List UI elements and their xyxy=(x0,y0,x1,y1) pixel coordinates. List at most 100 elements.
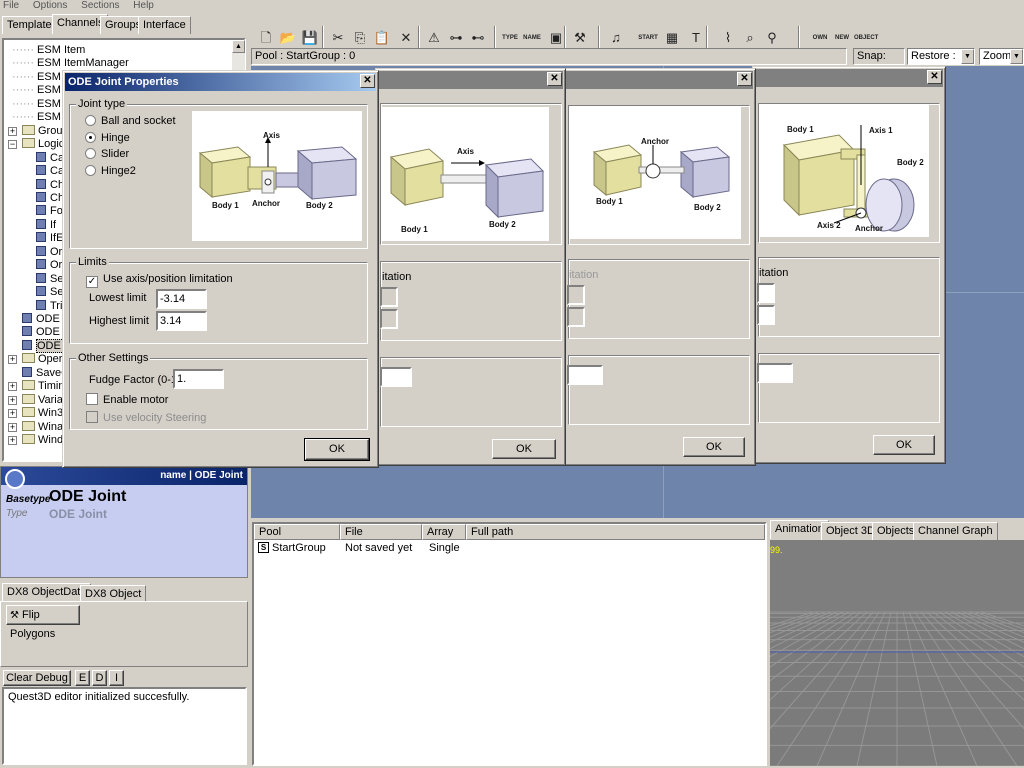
type-icon[interactable]: TYPE xyxy=(500,28,520,48)
menu-help[interactable]: Help xyxy=(133,0,154,11)
tree-item[interactable]: Ch xyxy=(4,191,64,205)
binoculars-icon[interactable]: ⌕ xyxy=(740,28,760,48)
tree-item[interactable]: + Win32 xyxy=(4,407,69,420)
name-icon[interactable]: NAME xyxy=(522,28,542,48)
tree-item[interactable]: IfE xyxy=(4,232,63,245)
ode-joint-properties-dialog[interactable]: ODE Joint Properties ✕ Joint type Ball a… xyxy=(62,70,379,468)
hinge2-ok-button[interactable]: OK xyxy=(873,435,935,455)
radio-slider[interactable]: Slider xyxy=(85,148,129,161)
fudge-factor-field[interactable]: 1. xyxy=(173,369,224,389)
find-icon[interactable]: ⚲ xyxy=(762,28,782,48)
tree-item[interactable]: ODE B xyxy=(4,326,70,339)
chevron-down-icon[interactable]: ▼ xyxy=(961,49,974,64)
tree-item[interactable]: + Timing xyxy=(4,380,71,393)
expand-icon[interactable]: + xyxy=(8,382,17,392)
graph-icon[interactable]: ⌇ xyxy=(718,28,738,48)
radio-hinge[interactable]: Hinge xyxy=(85,132,130,145)
enable-motor-checkbox[interactable]: Enable motor xyxy=(86,393,168,406)
picture-icon[interactable]: ▦ xyxy=(662,28,682,48)
tab-interface[interactable]: Interface xyxy=(138,16,191,34)
tree-item[interactable]: ODE J xyxy=(4,338,71,353)
open-icon[interactable]: 📂 xyxy=(278,28,298,48)
menu-sections[interactable]: Sections xyxy=(81,0,119,11)
tab-dx8-objectdata[interactable]: DX8 ObjectData xyxy=(2,583,92,602)
ball-dialog[interactable]: ✕ Anchor Body 1 Body 2 itation OK xyxy=(562,68,756,466)
table-row[interactable]: S StartGroup Not saved yet Single xyxy=(256,541,756,555)
tree-item[interactable]: Se xyxy=(4,272,63,286)
copy-icon[interactable]: ⎘ xyxy=(350,28,370,48)
text-icon[interactable]: T xyxy=(686,28,706,48)
col-pool[interactable]: Pool xyxy=(254,524,340,540)
expand-icon[interactable]: + xyxy=(8,436,17,446)
menu-file[interactable]: File xyxy=(3,0,19,11)
close-icon[interactable]: ✕ xyxy=(737,72,752,86)
ball-ok-button[interactable]: OK xyxy=(683,437,745,457)
col-full-path[interactable]: Full path xyxy=(466,524,765,540)
ball-fudge-field[interactable] xyxy=(567,365,603,385)
cut-icon[interactable]: ✂ xyxy=(328,28,348,48)
close-icon[interactable]: ✕ xyxy=(360,74,375,88)
radio-ball-and-socket[interactable]: Ball and socket xyxy=(85,115,176,128)
hinge2-highest-field[interactable] xyxy=(757,305,775,325)
tree-item[interactable]: + Variab xyxy=(4,393,69,407)
dialog-titlebar[interactable]: ODE Joint Properties xyxy=(65,73,376,91)
save-icon[interactable]: 💾 xyxy=(300,28,320,48)
tree-item[interactable]: Se xyxy=(4,286,63,299)
tree-item[interactable]: Ch xyxy=(4,178,64,192)
debug-toggle-d[interactable]: D xyxy=(92,670,107,686)
expand-icon[interactable]: + xyxy=(8,409,17,419)
tab-channel-graph[interactable]: Channel Graph xyxy=(913,522,998,540)
use-limit-checkbox[interactable]: ✓ Use axis/position limitation xyxy=(86,273,233,288)
radio-hinge2[interactable]: Hinge2 xyxy=(85,165,136,178)
zoom-select[interactable]: Zoom ▼ xyxy=(979,48,1024,65)
chevron-down-icon[interactable]: ▼ xyxy=(1010,49,1023,64)
ball-dialog-titlebar[interactable] xyxy=(565,71,753,89)
slider-ok-button[interactable]: OK xyxy=(492,439,556,459)
3d-viewport[interactable]: 99. xyxy=(770,540,1024,766)
tree-item[interactable]: + Windo xyxy=(4,434,69,447)
slider-fudge-field[interactable] xyxy=(380,367,412,387)
sound-icon[interactable]: ♫ xyxy=(606,28,626,48)
flip-polygons-button[interactable]: ⚒ Flip Polygons xyxy=(6,605,80,640)
hinge2-fudge-field[interactable] xyxy=(757,363,793,383)
velocity-steering-checkbox[interactable]: Use velocity Steering xyxy=(86,411,206,424)
tree-item[interactable]: − Logic xyxy=(4,138,64,151)
tree-item[interactable]: Tri xyxy=(4,299,62,313)
hinge2-lowest-field[interactable] xyxy=(757,283,775,303)
new-icon[interactable]: 🗋 xyxy=(256,28,276,48)
own-icon[interactable]: OWN xyxy=(810,28,830,48)
slider-highest-field[interactable] xyxy=(380,309,398,329)
hinge2-dialog[interactable]: ✕ Body 1 Axis 1 Body 2 Axis 2 Anchor ita… xyxy=(752,66,946,464)
clear-debug-button[interactable]: Clear Debug xyxy=(3,670,71,686)
collapse-icon[interactable]: − xyxy=(8,140,17,150)
expand-icon[interactable]: + xyxy=(8,422,17,432)
tree-item[interactable]: ······ ESM Item xyxy=(12,44,85,57)
tree-item[interactable]: Fo xyxy=(4,205,63,218)
debug-toggle-e[interactable]: E xyxy=(75,670,90,686)
close-icon[interactable]: ✕ xyxy=(927,70,942,84)
slider-dialog[interactable]: ✕ Axis Body 1 Body 2 itation OK xyxy=(375,68,566,466)
expand-icon[interactable]: + xyxy=(8,126,17,136)
ball-highest-field[interactable] xyxy=(567,307,585,327)
lowest-limit-field[interactable]: -3.14 xyxy=(156,289,207,309)
ok-button[interactable]: OK xyxy=(304,438,370,461)
debug-toggle-i[interactable]: I xyxy=(109,670,124,686)
unlink-icon[interactable]: ⊷ xyxy=(468,28,488,48)
expand-icon[interactable]: + xyxy=(8,395,17,405)
highest-limit-field[interactable]: 3.14 xyxy=(156,311,207,331)
select-icon[interactable]: ▣ xyxy=(546,28,566,48)
slider-lowest-field[interactable] xyxy=(380,287,398,307)
tree-item[interactable]: ODE A xyxy=(4,313,70,326)
tree-item[interactable]: ······ ESM ItemManager xyxy=(12,57,129,70)
start-icon[interactable]: START xyxy=(638,28,658,48)
link-icon[interactable]: ⚠ xyxy=(424,28,444,48)
tool-icon[interactable]: ⚒ xyxy=(570,28,590,48)
object-icon[interactable]: OBJECT xyxy=(854,28,878,48)
tree-icon[interactable]: ⊶ xyxy=(446,28,466,48)
scroll-up-button[interactable]: ▲ xyxy=(232,40,245,53)
new-template-icon[interactable]: NEW xyxy=(832,28,852,48)
restore-select[interactable]: Restore : ▼ xyxy=(907,48,975,65)
tree-item[interactable]: Ca xyxy=(4,165,64,178)
expand-icon[interactable]: + xyxy=(8,355,17,365)
ball-lowest-field[interactable] xyxy=(567,285,585,305)
